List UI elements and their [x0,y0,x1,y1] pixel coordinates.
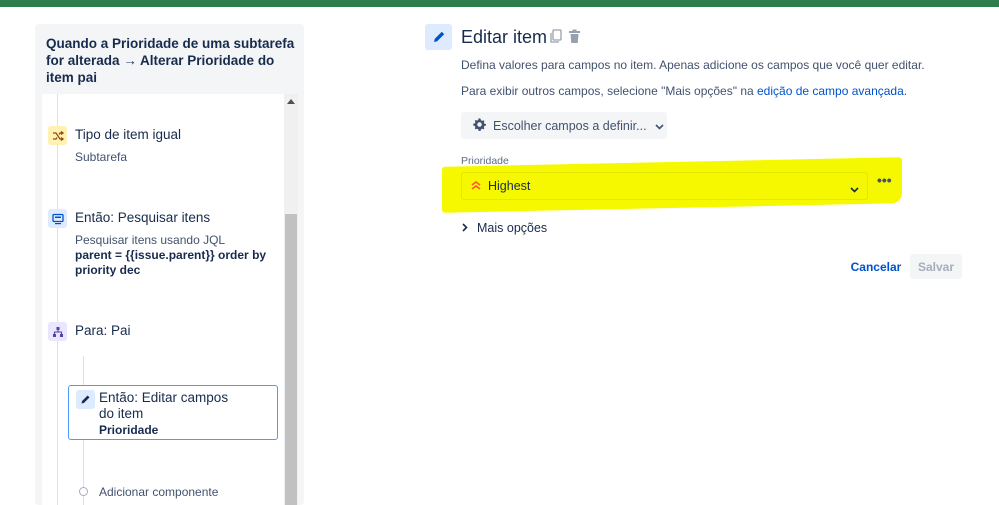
priority-select-value: Highest [488,179,531,193]
add-component-dot [79,487,88,496]
page-surface [0,7,999,13]
more-actions-icon[interactable]: ••• [877,172,892,188]
cancel-button[interactable]: Cancelar [846,254,906,279]
trash-icon[interactable] [568,29,581,49]
shuffle-icon [48,126,67,145]
component-subtitle: Pesquisar itens usando JQL parent = {{is… [75,233,275,278]
component-title: Então: Pesquisar itens [75,210,211,225]
hint-suffix: . [903,84,908,98]
choose-fields-label: Escolher campos a definir... [493,118,647,133]
component-title-line2: do item [99,406,144,421]
more-options-label: Mais opções [477,221,548,235]
pencil-icon [76,390,95,409]
component-subtitle: Subtarefa [75,150,128,164]
rule-component-list[interactable]: Tipo de item igual Subtarefa Então: Pesq… [42,94,298,505]
component-edit-issue-action[interactable]: Então: Editar campos do item Prioridade [68,385,278,440]
search-items-icon [48,209,67,228]
scrollbar-thumb[interactable] [285,214,297,505]
editor-more-fields-hint: Para exibir outros campos, selecione "Ma… [461,84,907,98]
component-subtitle-text: Pesquisar itens usando JQL [75,233,226,247]
component-issue-type-condition[interactable]: Tipo de item igual Subtarefa [42,124,282,174]
component-subtitle: Prioridade [99,423,158,438]
rule-panel: Quando a Prioridade de uma subtarefa for… [35,24,304,505]
editor-title: Editar item [461,27,548,47]
component-title-line1: Então: Editar campos [99,390,229,405]
scrollbar[interactable] [284,94,298,505]
gear-icon [472,117,487,135]
choose-fields-button[interactable]: Escolher campos a definir... [461,112,667,139]
scroll-up-arrow-icon[interactable] [287,99,295,104]
top-bar [0,0,999,7]
hint-prefix: Para exibir outros campos, selecione "Ma… [461,84,757,98]
save-button[interactable]: Salvar [910,254,962,279]
editor-description: Defina valores para campos no item. Apen… [461,58,925,72]
component-jql: parent = {{issue.parent}} order by prior… [75,248,267,277]
copy-icon[interactable] [549,29,562,49]
component-title: Tipo de item igual [75,127,182,142]
hierarchy-icon [48,322,67,341]
chevron-down-icon [850,182,859,196]
chevron-right-icon [462,221,468,235]
component-field-name: Prioridade [99,423,159,437]
more-options-toggle[interactable]: Mais opções [462,221,547,235]
component-title: Para: Pai [75,323,131,338]
component-branch-parent[interactable]: Para: Pai [42,320,282,350]
priority-highest-icon [470,179,482,194]
rule-title: Quando a Prioridade de uma subtarefa for… [46,36,295,85]
chevron-down-icon [654,119,664,133]
priority-select[interactable]: Highest [461,172,868,200]
edit-action-pencil-icon [425,24,452,50]
add-component-link[interactable]: Adicionar componente [99,485,218,500]
advanced-field-editing-link[interactable]: edição de campo avançada [757,84,904,98]
component-search-issues-action[interactable]: Então: Pesquisar itens Pesquisar itens u… [42,207,282,287]
